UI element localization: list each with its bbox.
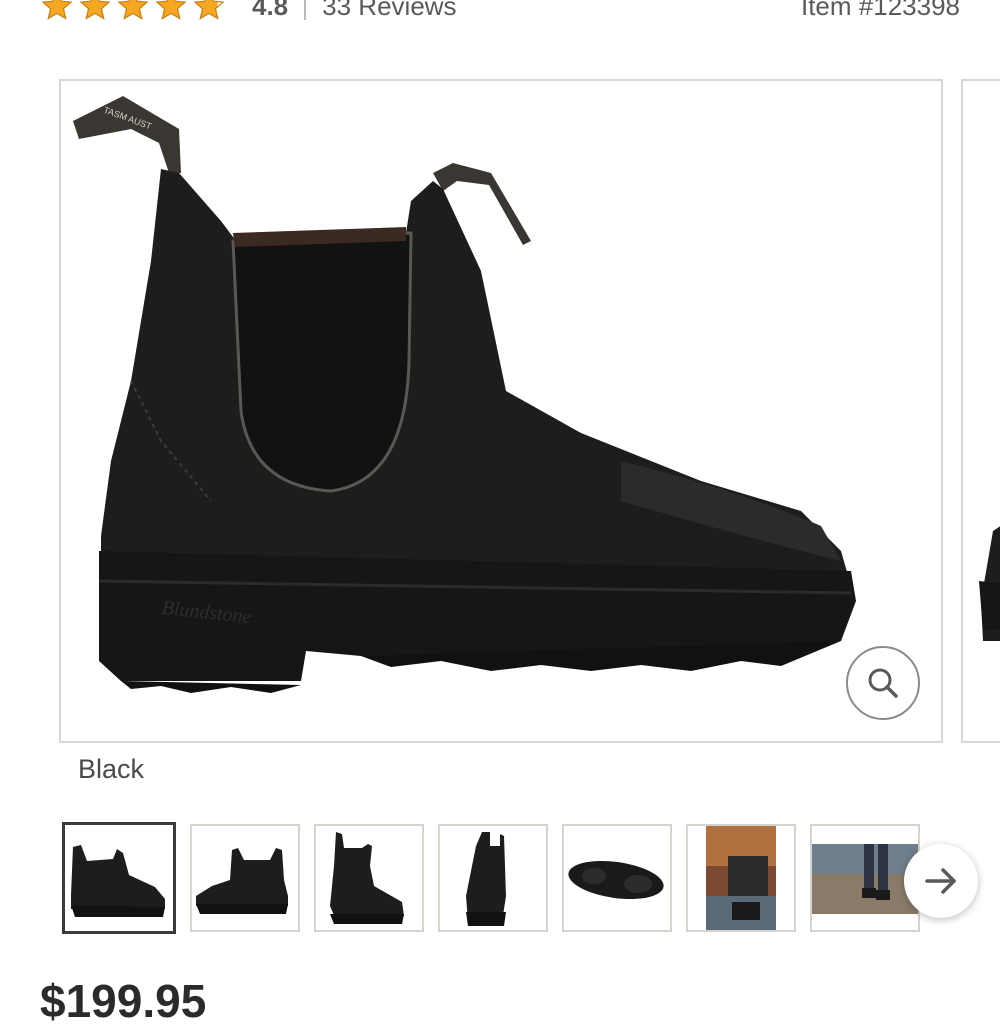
next-product-image[interactable] xyxy=(961,79,1000,743)
divider xyxy=(304,0,307,20)
rating-value: 4.8 xyxy=(252,0,289,21)
arrow-right-icon xyxy=(925,868,956,894)
selected-color-label: Black xyxy=(78,754,145,784)
thumbnail-three-quarter[interactable] xyxy=(314,824,424,932)
boot-thumb xyxy=(71,845,165,917)
lifestyle-thumb xyxy=(812,844,918,914)
product-price: $199.95 xyxy=(40,975,207,1027)
star-half-icon xyxy=(193,0,225,20)
boot-thumb xyxy=(330,832,404,924)
star-icon xyxy=(155,0,187,20)
thumbnail-back-view[interactable] xyxy=(438,824,548,932)
lifestyle-thumb xyxy=(706,826,776,930)
star-rating xyxy=(40,0,226,23)
item-number: Item #123398 xyxy=(800,0,960,21)
thumbnail-sole-view[interactable] xyxy=(562,824,672,932)
main-product-image[interactable]: TASM AUST Blundstone xyxy=(59,79,943,743)
boot-thumb xyxy=(568,860,664,900)
boot-image: TASM AUST Blundstone xyxy=(73,96,856,693)
star-icon xyxy=(41,0,73,20)
zoom-button[interactable] xyxy=(846,646,920,720)
next-thumbnails-button[interactable] xyxy=(904,844,978,918)
magnifier-icon xyxy=(868,668,898,698)
star-icon xyxy=(117,0,149,20)
rating-summary[interactable]: 4.8 33 Reviews xyxy=(40,0,457,26)
star-icon xyxy=(79,0,111,20)
thumbnail-side-view-alt[interactable] xyxy=(190,824,300,932)
thumbnail-lifestyle-1[interactable] xyxy=(686,824,796,932)
thumbnail-side-view[interactable] xyxy=(62,822,176,934)
thumbnail-strip xyxy=(62,822,920,934)
boot-thumb xyxy=(466,832,506,926)
boot-thumb xyxy=(196,848,288,914)
reviews-link[interactable]: 33 Reviews xyxy=(322,0,456,22)
boot-image-peek xyxy=(979,526,1000,641)
